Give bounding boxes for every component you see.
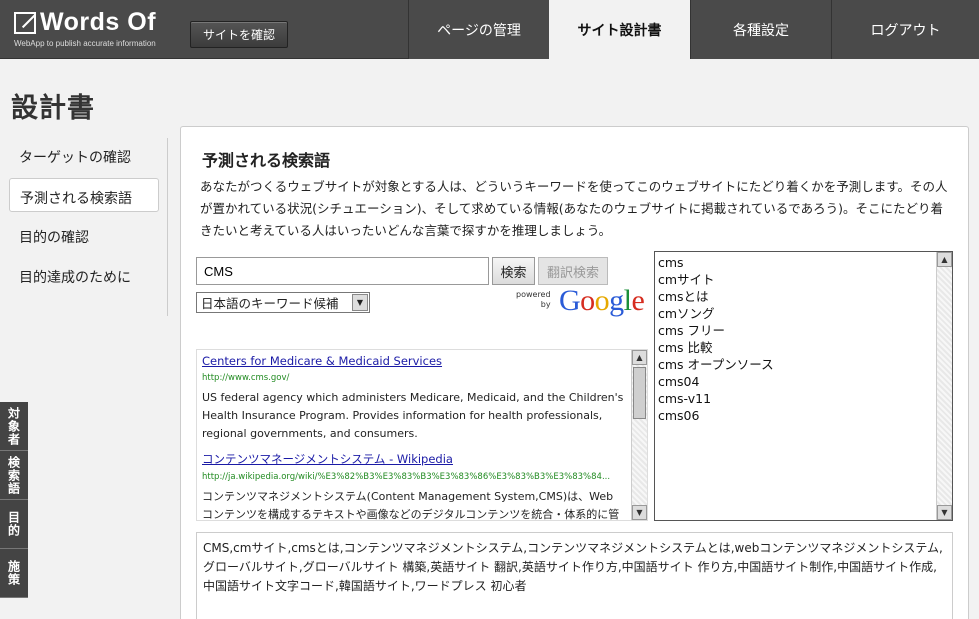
keywords-textarea[interactable]: CMS,cmサイト,cmsとは,コンテンツマネジメントシステム,コンテンツマネジ… (196, 532, 953, 619)
by-line: by (540, 300, 551, 309)
logo-tagline: WebApp to publish accurate information (14, 39, 156, 48)
nav-logout[interactable]: ログアウト (831, 0, 979, 59)
sidebar-item-search-terms[interactable]: 予測される検索語 (9, 178, 159, 212)
app-logo[interactable]: Words Of WebApp to publish accurate info… (14, 8, 156, 48)
suggestion-item[interactable]: cms04 (658, 373, 949, 390)
scroll-up-icon[interactable]: ▲ (937, 252, 952, 267)
result-title-link[interactable]: コンテンツマネージメントシステム - Wikipedia (202, 451, 627, 467)
suggestion-item[interactable]: cms-v11 (658, 390, 949, 407)
suggestion-item[interactable]: cms 比較 (658, 339, 949, 356)
main-nav: ページの管理 サイト設計書 各種設定 ログアウト (408, 0, 979, 59)
suggestion-item[interactable]: cms オープンソース (658, 356, 949, 373)
suggestions-scrollbar[interactable]: ▲ ▼ (936, 252, 952, 520)
suggestion-item[interactable]: cms フリー (658, 322, 949, 339)
keyword-suggestions-list[interactable]: cms cmサイト cmsとは cmソング cms フリー cms 比較 cms… (654, 251, 953, 521)
chevron-down-icon[interactable]: ▼ (352, 294, 368, 311)
google-letter: o (580, 284, 595, 317)
vtab-purpose[interactable]: 目的 (0, 500, 28, 549)
vertical-tabs: 対象者 検索語 目的 施策 (0, 402, 28, 598)
result-snippet: US federal agency which administers Medi… (202, 391, 624, 440)
google-letter: l (623, 284, 632, 317)
search-button[interactable]: 検索 (492, 257, 535, 285)
scroll-down-icon[interactable]: ▼ (632, 505, 647, 520)
nav-page-management[interactable]: ページの管理 (408, 0, 549, 59)
vtab-measures[interactable]: 施策 (0, 549, 28, 598)
search-result: Centers for Medicare & Medicaid Services… (197, 350, 647, 447)
scroll-down-icon[interactable]: ▼ (937, 505, 952, 520)
logo-mark-icon (14, 11, 36, 34)
vtab-search-terms[interactable]: 検索語 (0, 451, 28, 500)
select-value: 日本語のキーワード候補 (201, 296, 339, 311)
powered-by-label: powered by (516, 290, 551, 310)
nav-settings[interactable]: 各種設定 (690, 0, 831, 59)
section-description: あなたがつくるウェブサイトが対象とする人は、どういうキーワードを使ってこのウェブ… (200, 179, 948, 238)
suggestion-item[interactable]: cmサイト (658, 271, 949, 288)
result-snippet: コンテンツマネジメントシステム(Content Management Syste… (202, 490, 620, 521)
page-title: 設計書 (11, 93, 95, 124)
sidebar-item-achievement[interactable]: 目的達成のために (9, 258, 159, 292)
powered-line: powered (516, 290, 551, 299)
results-scrollbar[interactable]: ▲ ▼ (631, 350, 647, 520)
result-url: http://www.cms.gov/ (202, 373, 290, 383)
vtab-audience[interactable]: 対象者 (0, 402, 28, 451)
result-url: http://ja.wikipedia.org/wiki/%E3%82%B3%E… (202, 472, 611, 482)
translate-search-button[interactable]: 翻訳検索 (538, 257, 608, 285)
main-panel: 予測される検索語 あなたがつくるウェブサイトが対象とする人は、どういうキーワード… (180, 126, 969, 619)
view-site-button[interactable]: サイトを確認 (190, 21, 288, 48)
section-title: 予測される検索語 (202, 151, 331, 170)
google-letter: G (559, 284, 581, 317)
suggestion-item[interactable]: cms (658, 254, 949, 271)
google-letter: e (631, 284, 645, 317)
suggestion-item[interactable]: cms06 (658, 407, 949, 424)
scroll-up-icon[interactable]: ▲ (632, 350, 647, 365)
keyword-search-input[interactable] (196, 257, 489, 285)
google-letter: g (609, 284, 624, 317)
nav-site-design[interactable]: サイト設計書 (549, 0, 690, 59)
sidebar-item-purpose[interactable]: 目的の確認 (9, 218, 159, 252)
suggestion-item[interactable]: cmsとは (658, 288, 949, 305)
suggestion-item[interactable]: cmソング (658, 305, 949, 322)
header-bar: Words Of WebApp to publish accurate info… (0, 0, 979, 59)
scrollbar-thumb[interactable] (633, 367, 646, 419)
result-title-link[interactable]: Centers for Medicare & Medicaid Services (202, 354, 627, 368)
logo-name: Words Of (40, 8, 157, 36)
search-results-box: Centers for Medicare & Medicaid Services… (196, 349, 648, 521)
google-letter: o (594, 284, 610, 317)
sidebar: ターゲットの確認 予測される検索語 目的の確認 目的達成のために (0, 138, 168, 316)
sidebar-item-target[interactable]: ターゲットの確認 (9, 138, 159, 172)
keyword-source-select[interactable]: 日本語のキーワード候補 ▼ (196, 292, 370, 313)
search-result: コンテンツマネージメントシステム - Wikipedia http://ja.w… (197, 447, 647, 521)
google-logo: Google (559, 284, 645, 318)
